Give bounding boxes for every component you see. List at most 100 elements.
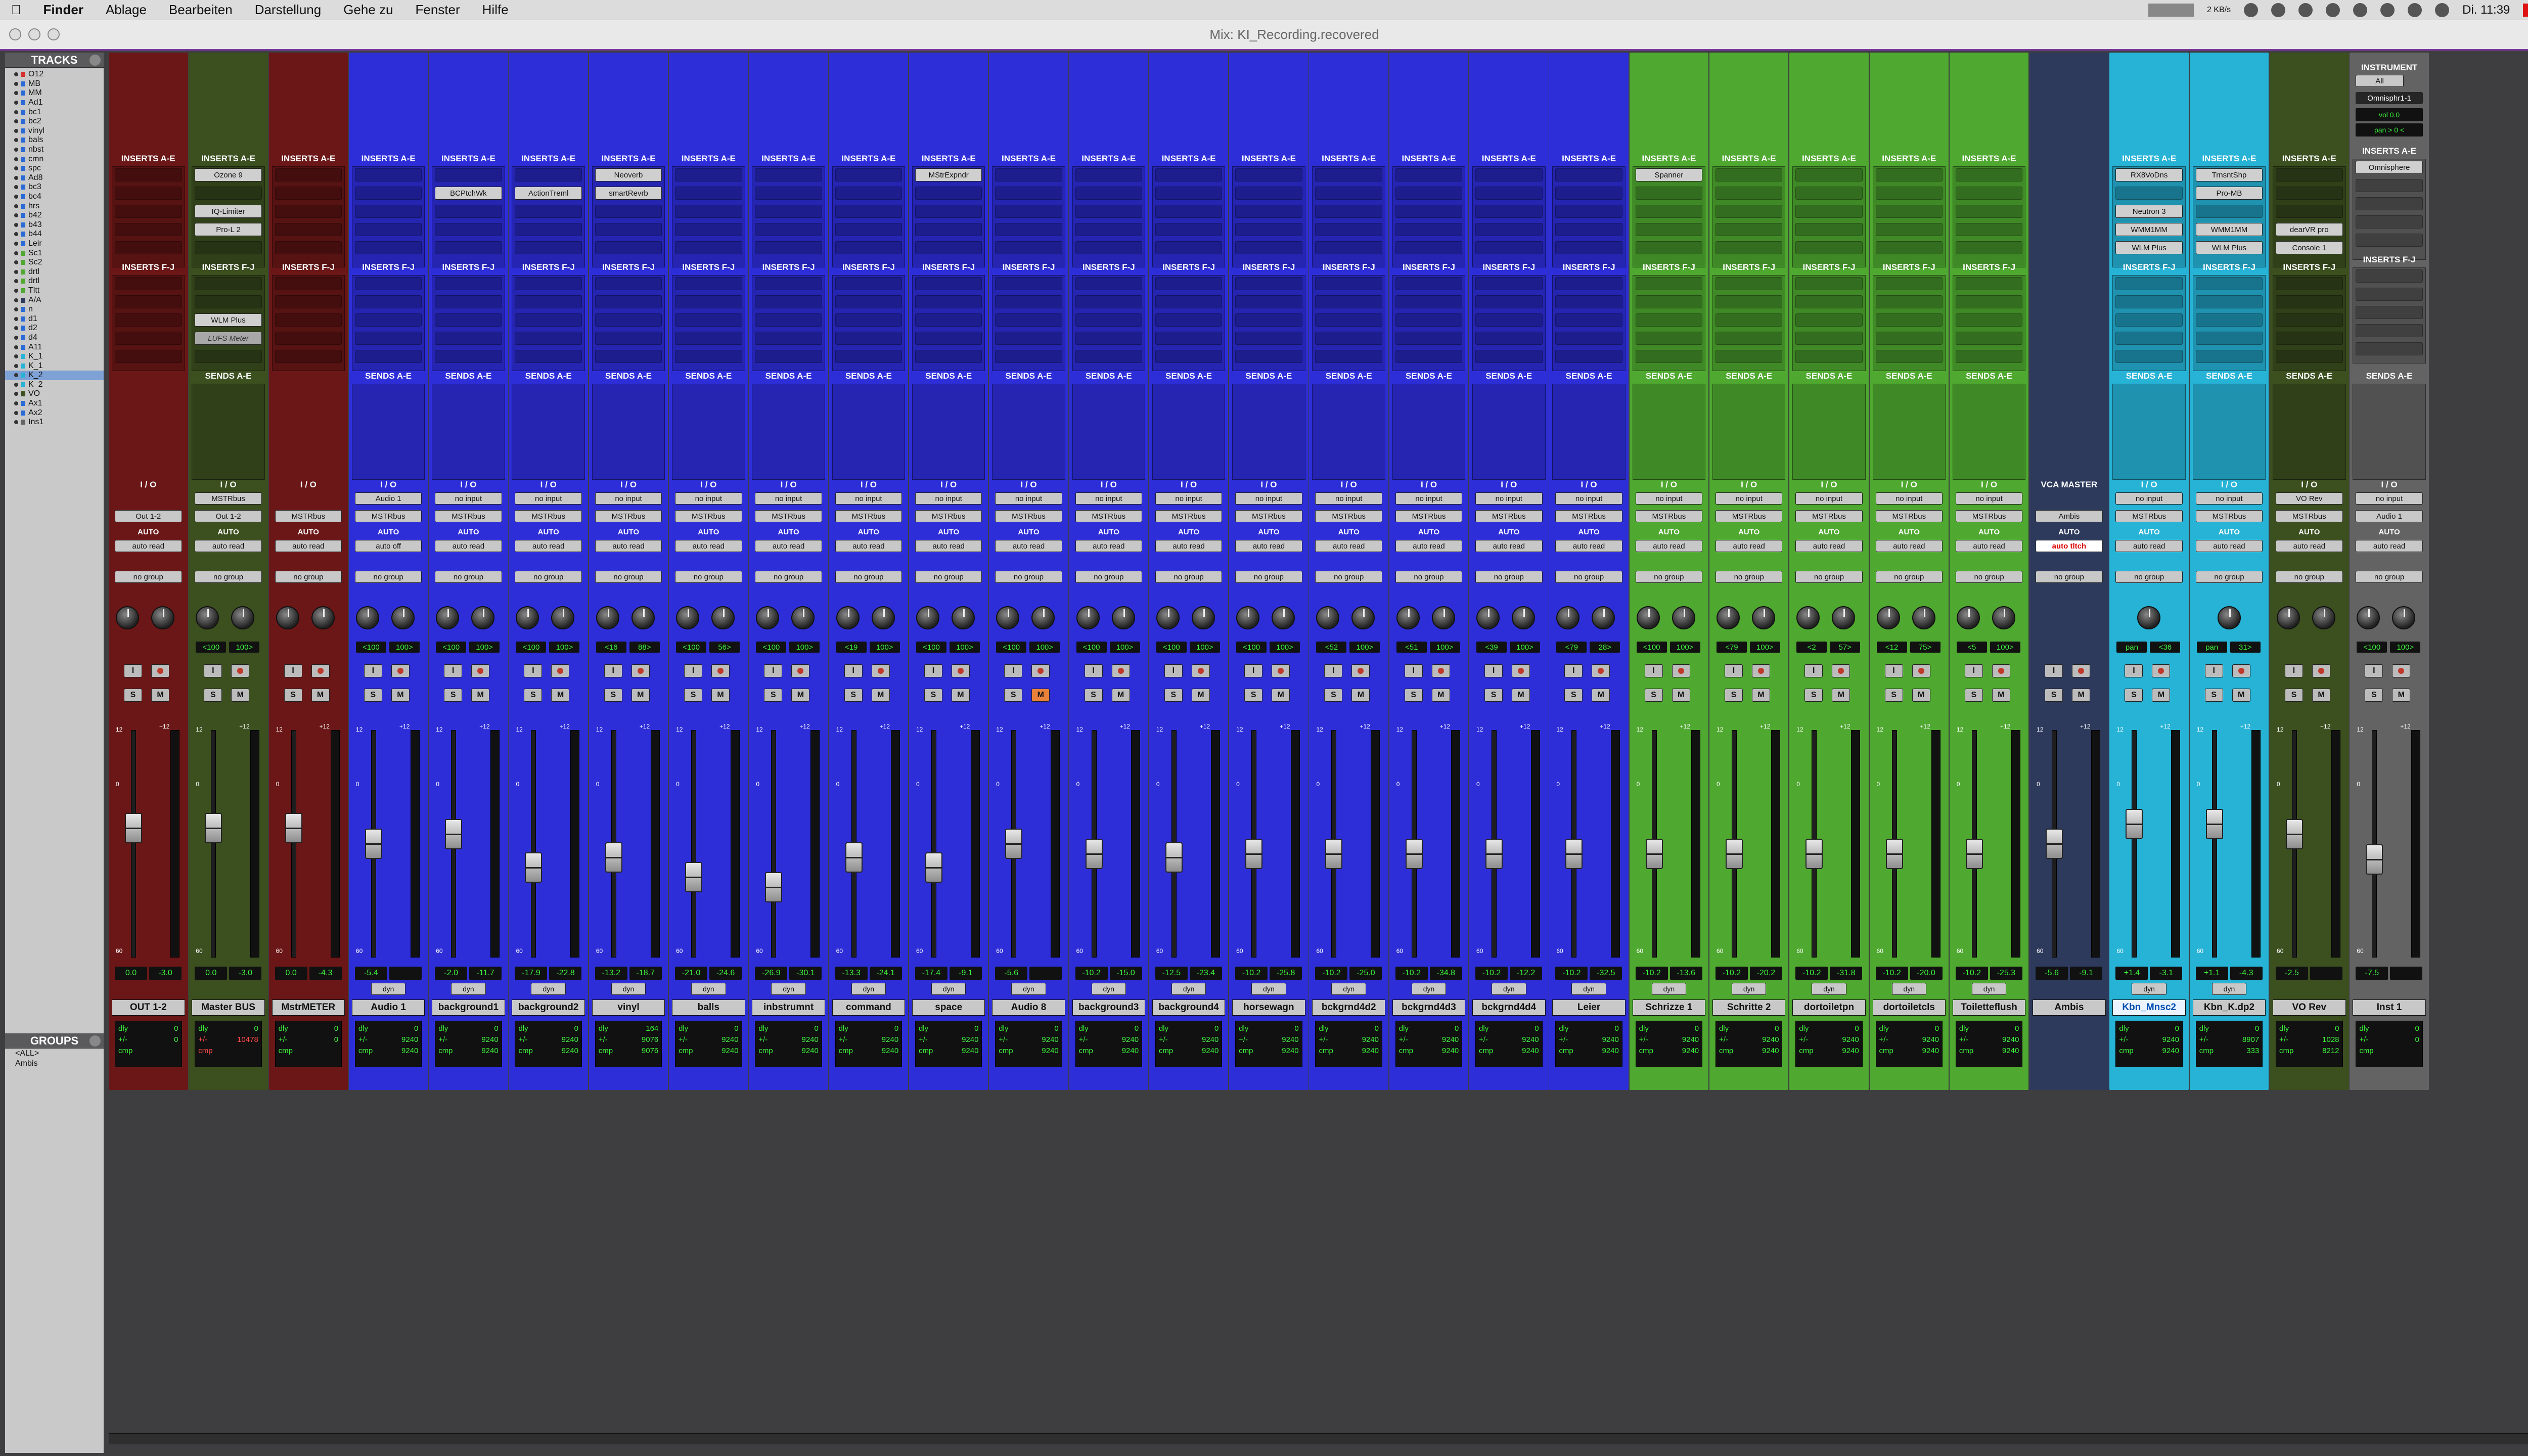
track-name[interactable]: command <box>832 999 906 1016</box>
automation-mode[interactable]: auto read <box>115 540 182 552</box>
insert-slot[interactable] <box>755 332 822 345</box>
group-selector[interactable]: no group <box>2115 571 2183 583</box>
automation-mode[interactable]: auto read <box>1715 540 1783 552</box>
insert-slot[interactable]: Omnisphere <box>2356 161 2423 174</box>
insert-slot[interactable] <box>1795 205 1863 218</box>
insert-slot[interactable] <box>275 168 342 181</box>
record-button[interactable] <box>1751 664 1770 677</box>
show-hide-dot[interactable] <box>14 392 18 396</box>
output-selector[interactable]: MSTRbus <box>354 510 422 522</box>
volume-fader[interactable] <box>925 852 942 883</box>
output-selector[interactable]: MSTRbus <box>1955 510 2023 522</box>
insert-slot[interactable]: WLM Plus <box>2115 241 2183 254</box>
volume-fader[interactable] <box>2046 829 2063 859</box>
record-button[interactable] <box>1111 664 1130 677</box>
mute-button[interactable]: M <box>791 689 810 702</box>
insert-slot[interactable] <box>1795 313 1863 327</box>
output-selector[interactable]: MSTRbus <box>675 510 742 522</box>
input-monitor-button[interactable]: I <box>2045 664 2063 677</box>
insert-slot[interactable] <box>1075 223 1143 236</box>
automation-mode[interactable]: auto read <box>1475 540 1543 552</box>
input-monitor-button[interactable]: I <box>1164 664 1183 677</box>
insert-slot[interactable] <box>115 332 182 345</box>
group-selector[interactable]: no group <box>1955 571 2023 583</box>
volume-fader[interactable] <box>1085 838 1103 869</box>
show-hide-dot[interactable] <box>14 345 18 349</box>
insert-slot[interactable] <box>1715 313 1783 327</box>
tracks-menu-button[interactable] <box>89 55 101 66</box>
mute-button[interactable]: M <box>1672 689 1690 702</box>
show-hide-dot[interactable] <box>14 185 18 190</box>
insert-slot[interactable] <box>915 241 982 254</box>
group-selector[interactable]: no group <box>435 571 502 583</box>
mute-button[interactable]: M <box>1512 689 1530 702</box>
track-list-item[interactable]: n <box>5 305 104 314</box>
insert-slot[interactable] <box>2276 187 2343 200</box>
insert-slot[interactable] <box>835 277 902 290</box>
insert-slot[interactable] <box>755 277 822 290</box>
insert-slot[interactable] <box>1155 205 1223 218</box>
volume-fader[interactable] <box>2205 809 2223 839</box>
insert-slot[interactable] <box>1235 187 1302 200</box>
show-hide-dot[interactable] <box>14 298 18 302</box>
track-timebase-button[interactable]: dyn <box>1812 983 1846 995</box>
show-hide-dot[interactable] <box>14 110 18 114</box>
group-selector[interactable]: no group <box>1155 571 1223 583</box>
insert-slot[interactable] <box>1235 277 1302 290</box>
insert-slot[interactable] <box>1875 332 1943 345</box>
insert-slot[interactable] <box>1235 295 1302 308</box>
mute-button[interactable]: M <box>1431 689 1450 702</box>
insert-slot[interactable] <box>1555 277 1622 290</box>
insert-slot[interactable] <box>1955 241 2023 254</box>
insert-slot[interactable] <box>995 168 1062 181</box>
insert-slot[interactable] <box>675 241 742 254</box>
insert-slot[interactable] <box>835 350 902 363</box>
insert-slot[interactable] <box>354 350 422 363</box>
insert-slot[interactable] <box>755 168 822 181</box>
solo-button[interactable]: S <box>284 689 302 702</box>
track-list-item[interactable]: K_1 <box>5 352 104 361</box>
track-timebase-button[interactable]: dyn <box>1171 983 1206 995</box>
automation-mode[interactable]: auto read <box>2276 540 2343 552</box>
input-monitor-button[interactable]: I <box>1084 664 1103 677</box>
insert-slot[interactable] <box>1955 313 2023 327</box>
pan-knob[interactable] <box>2137 606 2161 629</box>
insert-slot[interactable] <box>2276 295 2343 308</box>
insert-slot[interactable]: WLM Plus <box>195 313 262 327</box>
pan-knob-right[interactable] <box>631 606 655 629</box>
show-hide-dot[interactable] <box>14 72 18 77</box>
pan-knob[interactable] <box>2217 606 2241 629</box>
insert-slot[interactable] <box>1795 277 1863 290</box>
output-selector[interactable]: MSTRbus <box>595 510 662 522</box>
record-button[interactable] <box>951 664 970 677</box>
insert-slot[interactable] <box>275 332 342 345</box>
insert-slot[interactable]: BCPtchWk <box>435 187 502 200</box>
input-selector[interactable]: no input <box>2115 492 2183 505</box>
group-selector[interactable]: no group <box>675 571 742 583</box>
automation-mode[interactable]: auto read <box>1075 540 1143 552</box>
insert-slot[interactable] <box>675 350 742 363</box>
insert-slot[interactable]: IQ-Limiter <box>195 205 262 218</box>
mute-button[interactable]: M <box>2072 689 2091 702</box>
insert-slot[interactable]: ActionTreml <box>515 187 582 200</box>
insert-slot[interactable] <box>275 295 342 308</box>
input-selector[interactable]: no input <box>755 492 822 505</box>
solo-button[interactable]: S <box>1404 689 1423 702</box>
insert-slot[interactable] <box>835 313 902 327</box>
group-selector[interactable]: no group <box>515 571 582 583</box>
mute-button[interactable]: M <box>1832 689 1850 702</box>
pan-knob-left[interactable] <box>1556 606 1580 629</box>
insert-slot[interactable] <box>2195 277 2263 290</box>
insert-slot[interactable]: Pro-L 2 <box>195 223 262 236</box>
show-hide-dot[interactable] <box>14 251 18 255</box>
insert-slot[interactable] <box>1155 350 1223 363</box>
insert-slot[interactable] <box>1475 187 1543 200</box>
track-name[interactable]: Audio 8 <box>992 999 1065 1016</box>
insert-slot[interactable] <box>995 350 1062 363</box>
insert-slot[interactable] <box>1555 332 1622 345</box>
insert-slot[interactable] <box>595 332 662 345</box>
mute-button[interactable]: M <box>2392 689 2411 702</box>
group-selector[interactable]: no group <box>1875 571 1943 583</box>
insert-slot[interactable] <box>1555 168 1622 181</box>
solo-button[interactable]: S <box>124 689 142 702</box>
